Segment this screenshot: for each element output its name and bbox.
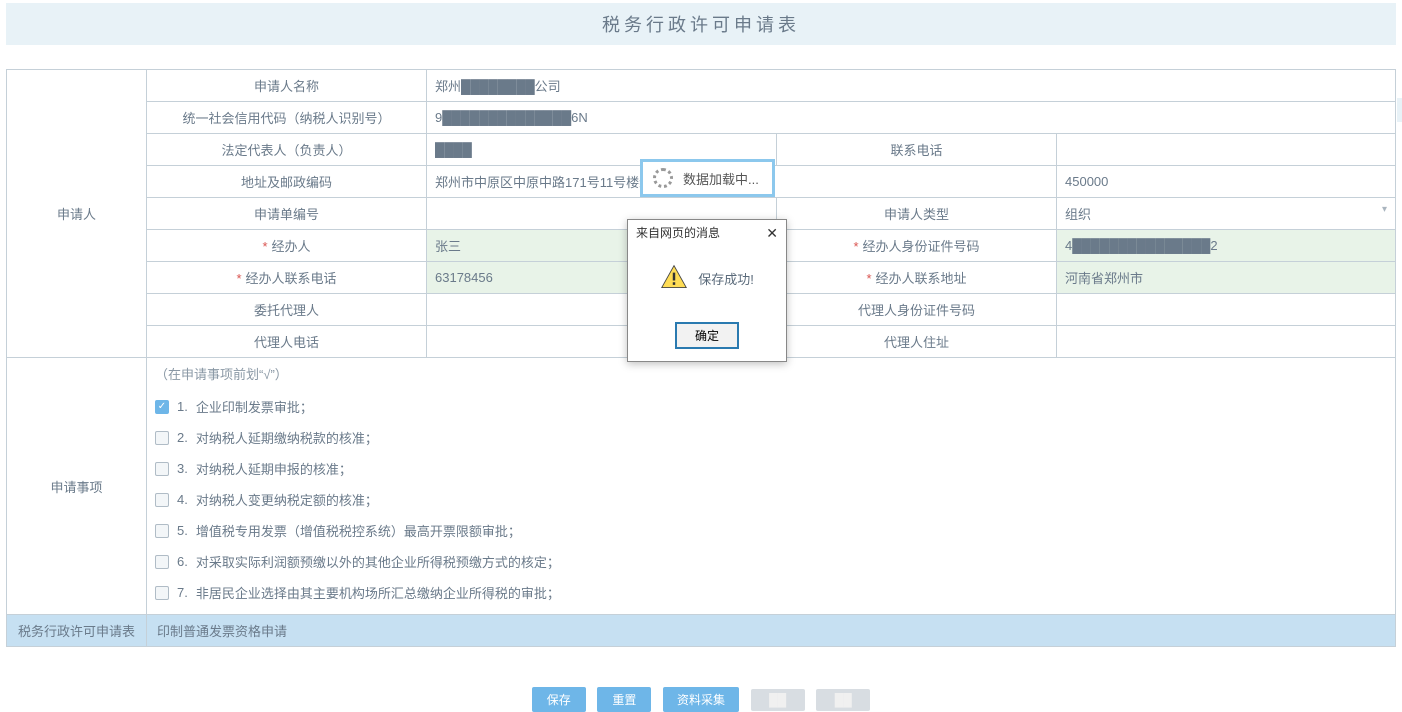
message-dialog: 来自网页的消息 ✕ 保存成功! 确定 — [627, 219, 787, 362]
checkbox-icon[interactable] — [155, 555, 169, 569]
spinner-icon — [653, 168, 673, 188]
dialog-message: 保存成功! — [698, 269, 754, 288]
label-handler-addr: *经办人联系地址 — [777, 262, 1057, 294]
matter-number: 5. — [177, 523, 188, 538]
label-app-no: 申请单编号 — [147, 198, 427, 230]
close-icon[interactable]: ✕ — [766, 226, 778, 240]
matter-item[interactable]: ✓ 1. 企业印制发票审批； — [155, 391, 1387, 422]
matters-cell: （在申请事项前划“√”） ✓ 1. 企业印制发票审批； 2. 对纳税人延期缴纳税款的核准… — [147, 358, 1396, 615]
label-agent-addr: 代理人住址 — [777, 326, 1057, 358]
dialog-title: 来自网页的消息 — [636, 224, 720, 241]
dialog-ok-button[interactable]: 确定 — [675, 322, 739, 349]
value-applicant-name: 郑州████████公司 — [427, 70, 1396, 102]
matter-number: 3. — [177, 461, 188, 476]
label-permit-form: 税务行政许可申请表 — [7, 615, 147, 647]
input-handler-id[interactable]: 4███████████████2 — [1057, 230, 1396, 262]
value-uscc: 9██████████████6N — [427, 102, 1396, 134]
matter-item[interactable]: 6. 对采取实际利润额预缴以外的其他企业所得税预缴方式的核定； — [155, 546, 1387, 577]
matter-label: 非居民企业选择由其主要机构场所汇总缴纳企业所得税的审批； — [196, 583, 560, 602]
matters-note: （在申请事项前划“√”） — [155, 364, 1387, 383]
label-address: 地址及邮政编码 — [147, 166, 427, 198]
matters-section-label: 申请事项 — [7, 358, 147, 615]
checkbox-icon[interactable] — [155, 462, 169, 476]
matter-label: 对纳税人延期申报的核准； — [196, 459, 352, 478]
matter-number: 1. — [177, 399, 188, 414]
applicant-section-label: 申请人 — [7, 70, 147, 358]
value-selected-permit: 印制普通发票资格申请 — [147, 615, 1396, 647]
label-handler: *经办人 — [147, 230, 427, 262]
label-handler-phone: *经办人联系电话 — [147, 262, 427, 294]
matter-label: 对纳税人变更纳税定额的核准； — [196, 490, 378, 509]
matter-number: 4. — [177, 492, 188, 507]
side-tab[interactable] — [1397, 98, 1402, 122]
matter-item[interactable]: 4. 对纳税人变更纳税定额的核准； — [155, 484, 1387, 515]
matter-item[interactable]: 5. 增值税专用发票（增值税税控系统）最高开票限额审批； — [155, 515, 1387, 546]
matter-item[interactable]: 7. 非居民企业选择由其主要机构场所汇总缴纳企业所得税的审批； — [155, 577, 1387, 608]
loading-popup: 数据加载中... — [640, 159, 775, 197]
checkbox-icon[interactable]: ✓ — [155, 400, 169, 414]
input-agent-addr[interactable] — [1057, 326, 1396, 358]
save-button[interactable]: 保存 — [532, 687, 586, 712]
matter-item[interactable]: 3. 对纳税人延期申报的核准； — [155, 453, 1387, 484]
disabled-button-1: ██ — [751, 689, 805, 711]
matter-number: 2. — [177, 430, 188, 445]
warning-icon — [660, 263, 688, 294]
label-agent: 委托代理人 — [147, 294, 427, 326]
label-phone: 联系电话 — [777, 134, 1057, 166]
checkbox-icon[interactable] — [155, 586, 169, 600]
reset-button[interactable]: 重置 — [597, 687, 651, 712]
matter-number: 7. — [177, 585, 188, 600]
checkbox-icon[interactable] — [155, 524, 169, 538]
label-legal-rep: 法定代表人（负责人） — [147, 134, 427, 166]
disabled-button-2: ██ — [816, 689, 870, 711]
input-agent-id[interactable] — [1057, 294, 1396, 326]
label-agent-id: 代理人身份证件号码 — [777, 294, 1057, 326]
input-handler-addr[interactable]: 河南省郑州市 — [1057, 262, 1396, 294]
value-postal: 450000 — [1057, 166, 1396, 198]
button-bar: 保存 重置 资料采集 ██ ██ — [6, 687, 1396, 712]
collect-button[interactable]: 资料采集 — [663, 687, 739, 712]
label-applicant-name: 申请人名称 — [147, 70, 427, 102]
matter-label: 对采取实际利润额预缴以外的其他企业所得税预缴方式的核定； — [196, 552, 560, 571]
page-title: 税务行政许可申请表 — [6, 3, 1396, 45]
value-applicant-type[interactable]: 组织▾ — [1057, 198, 1396, 230]
matter-number: 6. — [177, 554, 188, 569]
matter-item[interactable]: 2. 对纳税人延期缴纳税款的核准； — [155, 422, 1387, 453]
loading-text: 数据加载中... — [683, 169, 759, 188]
value-phone — [1057, 134, 1396, 166]
matter-label: 增值税专用发票（增值税税控系统）最高开票限额审批； — [196, 521, 521, 540]
label-uscc: 统一社会信用代码（纳税人识别号） — [147, 102, 427, 134]
matter-label: 对纳税人延期缴纳税款的核准； — [196, 428, 378, 447]
checkbox-icon[interactable] — [155, 493, 169, 507]
label-agent-phone: 代理人电话 — [147, 326, 427, 358]
label-handler-id: *经办人身份证件号码 — [777, 230, 1057, 262]
chevron-down-icon: ▾ — [1382, 204, 1387, 215]
checkbox-icon[interactable] — [155, 431, 169, 445]
matter-label: 企业印制发票审批； — [196, 397, 313, 416]
label-applicant-type: 申请人类型 — [777, 198, 1057, 230]
